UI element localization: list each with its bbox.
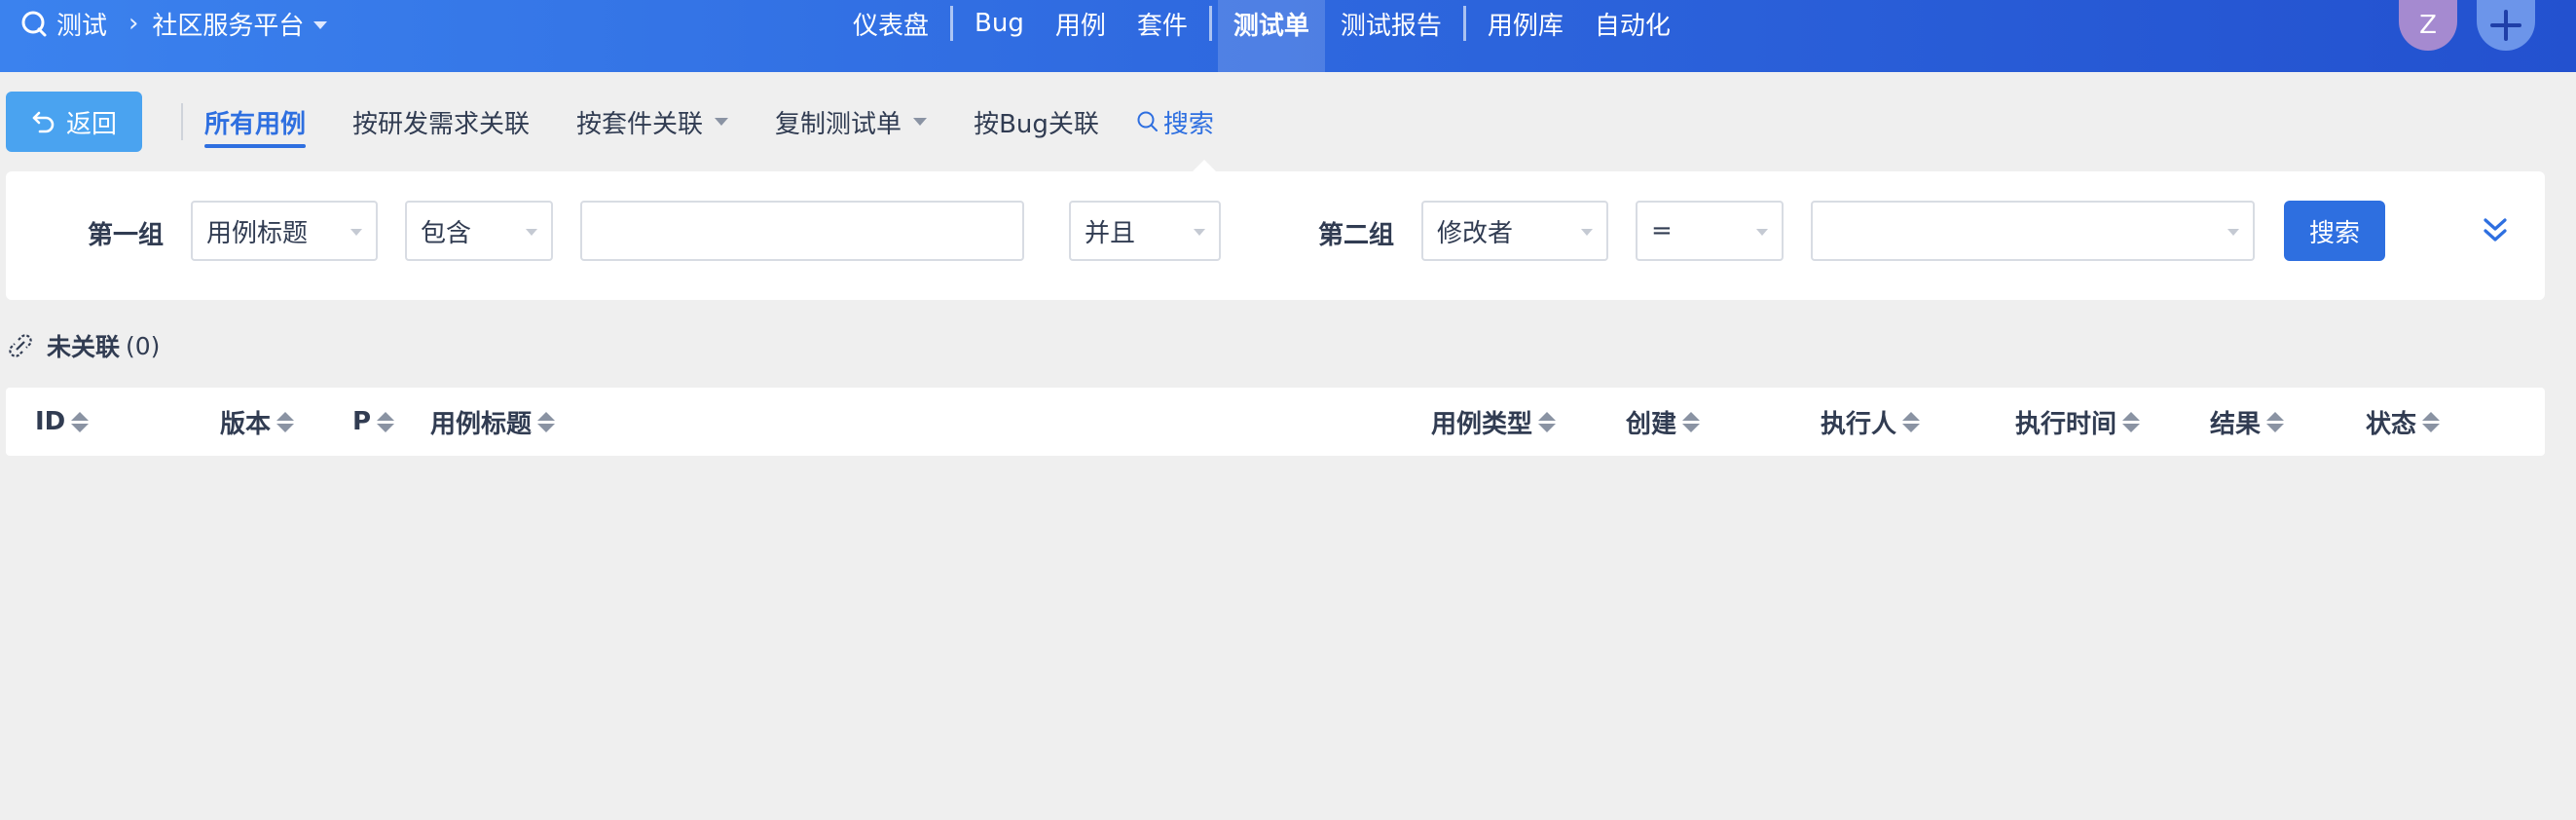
tab-copy-task-label: 复制测试单 xyxy=(775,109,902,139)
logic-select[interactable]: 并且 xyxy=(1069,201,1221,261)
sort-icon xyxy=(71,411,90,432)
section-title: 未关联 xyxy=(47,333,121,361)
test-module-icon xyxy=(21,11,47,37)
sort-icon xyxy=(276,411,295,432)
tab-by-story[interactable]: 按研发需求关联 xyxy=(352,92,530,152)
tab-by-bug-label: 按Bug关联 xyxy=(974,109,1099,139)
tab-by-story-label: 按研发需求关联 xyxy=(352,109,531,139)
toolbar-divider xyxy=(181,103,183,140)
column-header-exec-time-label: 执行时间 xyxy=(2015,409,2117,439)
sort-icon xyxy=(1682,411,1701,432)
group2-label: 第二组 xyxy=(1318,221,1395,250)
tab-by-bug[interactable]: 按Bug关联 xyxy=(974,92,1099,152)
group2-field-select[interactable]: 修改者 xyxy=(1421,201,1608,261)
column-header-status-label: 状态 xyxy=(2366,409,2417,439)
column-header-priority-label: P xyxy=(352,407,372,436)
top-header: 测试 › 社区服务平台 仪表盘 Bug 用例 套件 测试单 测试报告 用例库 自… xyxy=(0,0,2576,72)
chevron-down-icon xyxy=(715,118,729,126)
column-header-type[interactable]: 用例类型 xyxy=(1431,388,1557,456)
undo-icon xyxy=(32,111,55,133)
chevron-down-icon xyxy=(1194,229,1205,236)
nav-caselib[interactable]: 用例库 xyxy=(1472,0,1579,47)
case-table-header: ID 版本 P 用例标题 用例类型 创建 执行人 执行时间 结果 状态 xyxy=(6,388,2545,456)
chevron-down-icon xyxy=(526,229,537,236)
sort-icon xyxy=(2266,411,2285,432)
column-header-version[interactable]: 版本 xyxy=(220,388,295,456)
breadcrumb-project[interactable]: 社区服务平台 xyxy=(152,6,304,42)
column-header-created-label: 创建 xyxy=(1626,409,1677,439)
tab-copy-task[interactable]: 复制测试单 xyxy=(775,92,928,152)
nav-testreport[interactable]: 测试报告 xyxy=(1325,0,1457,47)
group1-field-value: 用例标题 xyxy=(206,218,309,248)
group1-operator-value: 包含 xyxy=(421,218,472,248)
group1-field-select[interactable]: 用例标题 xyxy=(191,201,378,261)
chevron-down-icon xyxy=(1756,229,1768,236)
column-header-executor[interactable]: 执行人 xyxy=(1821,388,1921,456)
column-header-type-label: 用例类型 xyxy=(1431,409,1533,439)
column-header-title[interactable]: 用例标题 xyxy=(430,388,556,456)
sort-icon xyxy=(1902,411,1921,432)
column-header-priority[interactable]: P xyxy=(352,388,395,456)
group1-operator-select[interactable]: 包含 xyxy=(405,201,553,261)
sort-icon xyxy=(377,411,395,432)
tab-by-suite-label: 按套件关联 xyxy=(576,109,704,139)
nav-dashboard[interactable]: 仪表盘 xyxy=(837,0,944,47)
chevron-down-icon xyxy=(2227,229,2239,236)
sort-icon xyxy=(2122,411,2141,432)
column-header-created[interactable]: 创建 xyxy=(1626,388,1701,456)
sort-icon xyxy=(537,411,556,432)
unlinked-section-header: 未关联 (0) xyxy=(8,331,161,361)
search-icon xyxy=(1137,111,1158,131)
tab-search-label: 搜索 xyxy=(1162,109,1214,139)
column-header-id[interactable]: ID xyxy=(35,388,90,456)
case-filter-tabs: 所有用例 按研发需求关联 按套件关联 复制测试单 按Bug关联 搜索 xyxy=(204,92,1214,152)
chevron-down-icon xyxy=(913,118,928,126)
nav-divider xyxy=(950,6,954,41)
group1-label: 第一组 xyxy=(88,221,165,250)
column-header-result-label: 结果 xyxy=(2210,409,2262,439)
column-header-title-label: 用例标题 xyxy=(430,409,533,439)
column-header-exec-time[interactable]: 执行时间 xyxy=(2015,388,2141,456)
breadcrumb-module[interactable]: 测试 xyxy=(56,6,107,42)
tab-by-suite[interactable]: 按套件关联 xyxy=(576,92,729,152)
tab-all-cases[interactable]: 所有用例 xyxy=(204,92,307,152)
group2-field-value: 修改者 xyxy=(1437,218,1514,248)
column-header-status[interactable]: 状态 xyxy=(2366,388,2441,456)
main-nav: 仪表盘 Bug 用例 套件 测试单 测试报告 用例库 自动化 xyxy=(837,0,1686,72)
plus-icon xyxy=(2490,10,2521,41)
search-submit-button[interactable]: 搜索 xyxy=(2284,201,2385,261)
tab-search[interactable]: 搜索 xyxy=(1136,92,1214,152)
group1-value-input[interactable] xyxy=(580,201,1024,261)
nav-testtask[interactable]: 测试单 xyxy=(1217,0,1325,72)
nav-divider xyxy=(1208,6,1212,41)
logic-value: 并且 xyxy=(1085,218,1136,248)
section-count: (0) xyxy=(126,331,161,360)
breadcrumb-separator-icon: › xyxy=(129,9,139,38)
unlink-icon xyxy=(9,334,32,357)
nav-testcase[interactable]: 用例 xyxy=(1040,0,1122,47)
sort-icon xyxy=(2422,411,2441,432)
user-avatar[interactable]: Z xyxy=(2399,0,2457,51)
tab-all-cases-label: 所有用例 xyxy=(204,109,307,139)
nav-bug[interactable]: Bug xyxy=(959,0,1040,47)
chevron-down-icon xyxy=(350,229,362,236)
back-button-label: 返回 xyxy=(65,109,117,139)
chevron-down-icon xyxy=(1581,229,1593,236)
project-dropdown-icon[interactable] xyxy=(313,21,328,29)
expand-more-icon[interactable] xyxy=(2483,216,2508,245)
column-header-executor-label: 执行人 xyxy=(1821,409,1897,439)
nav-divider xyxy=(1462,6,1466,41)
column-header-result[interactable]: 结果 xyxy=(2210,388,2285,456)
sort-icon xyxy=(1538,411,1557,432)
column-header-id-label: ID xyxy=(35,407,66,436)
back-button[interactable]: 返回 xyxy=(6,92,142,152)
nav-automation[interactable]: 自动化 xyxy=(1579,0,1686,47)
quick-create-button[interactable] xyxy=(2477,0,2535,51)
column-header-version-label: 版本 xyxy=(220,409,272,439)
group2-value-select[interactable] xyxy=(1811,201,2255,261)
group2-operator-select[interactable]: = xyxy=(1636,201,1784,261)
group2-operator-value: = xyxy=(1651,216,1673,245)
nav-suite[interactable]: 套件 xyxy=(1122,0,1203,47)
breadcrumb: 测试 › 社区服务平台 xyxy=(19,0,328,47)
